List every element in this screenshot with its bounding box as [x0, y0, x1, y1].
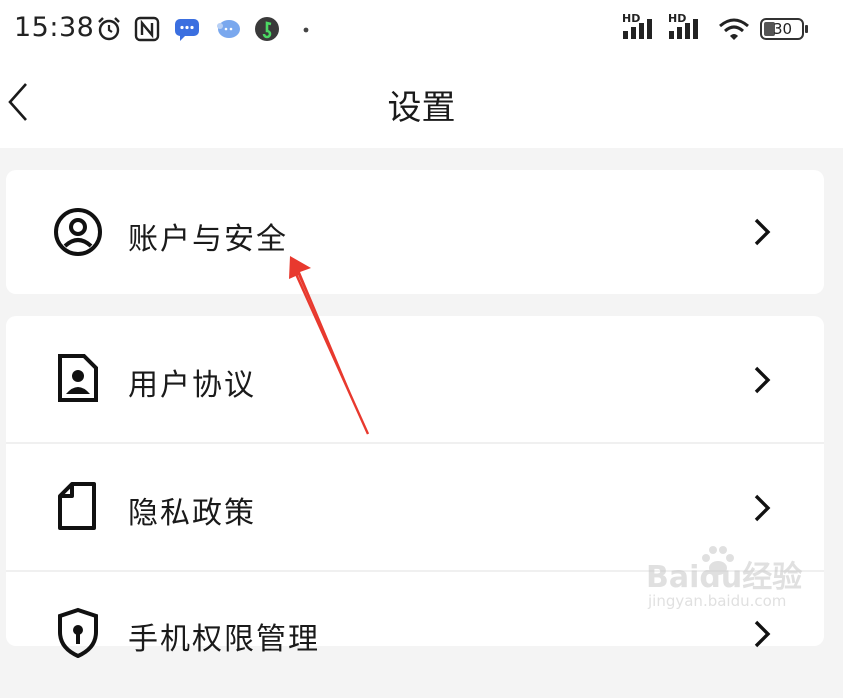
watermark-url: jingyan.baidu.com — [648, 592, 787, 610]
watermark-brand: Baidu经验 — [646, 560, 803, 595]
annotation-arrow — [289, 256, 370, 435]
watermark: Baidu经验 jingyan.baidu.com — [646, 546, 816, 618]
